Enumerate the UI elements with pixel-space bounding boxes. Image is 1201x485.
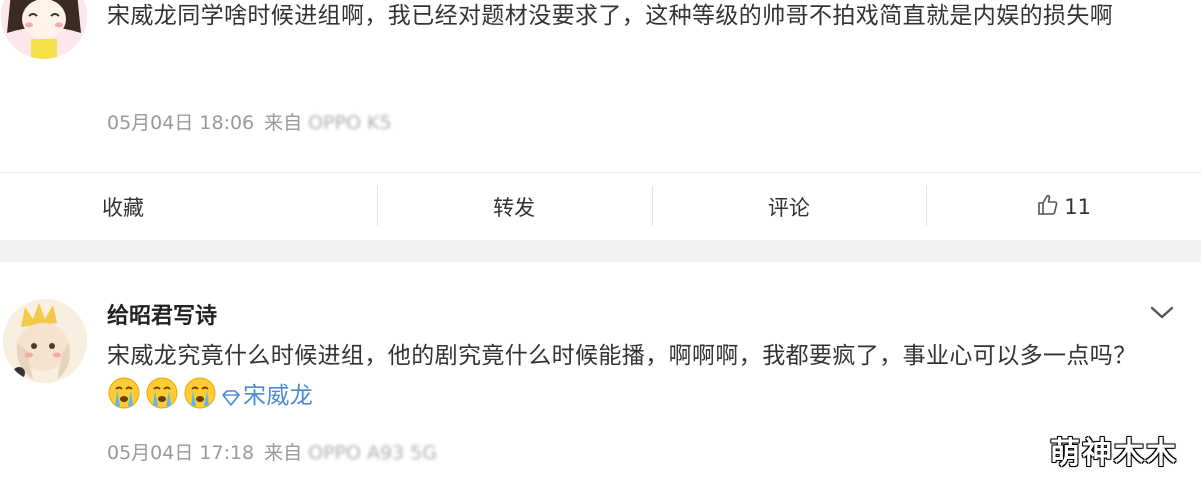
thumbs-up-icon bbox=[1036, 193, 1060, 222]
crying-face-icon bbox=[145, 376, 179, 410]
action-bar: 收藏 转发 评论 11 bbox=[0, 172, 1201, 241]
comment-source-device: OPPO K5 bbox=[308, 112, 392, 134]
comment-button[interactable]: 评论 bbox=[651, 173, 927, 241]
comment-source-label: 来自 bbox=[264, 112, 303, 134]
crying-face-icon bbox=[183, 376, 217, 410]
comment-body: 宋威龙究竟什么时候进组，他的剧究竟什么时候能播，啊啊啊，我都要疯了，事业心可以多… bbox=[107, 343, 1137, 369]
comment-card-1: 宋威龙同学啥时候进组啊，我已经对题材没要求了，这种等级的帅哥不拍戏简直就是内娱的… bbox=[0, 0, 1201, 172]
mention-name: 宋威龙 bbox=[243, 383, 314, 409]
username[interactable]: 给昭君写诗 bbox=[107, 298, 217, 330]
comment-source-device: OPPO A93 5G bbox=[308, 442, 438, 464]
comment-meta: 05月04日 18:06 来自 OPPO K5 bbox=[107, 108, 392, 135]
repost-button[interactable]: 转发 bbox=[376, 173, 652, 241]
chevron-down-icon[interactable] bbox=[1149, 303, 1175, 323]
comment-meta: 05月04日 17:18 来自 OPPO A93 5G bbox=[107, 438, 437, 465]
like-button[interactable]: 11 bbox=[926, 173, 1201, 241]
comment-text: 宋威龙究竟什么时候进组，他的剧究竟什么时候能播，啊啊啊，我都要疯了，事业心可以多… bbox=[107, 336, 1167, 416]
section-divider bbox=[0, 240, 1201, 262]
avatar[interactable] bbox=[1, 0, 87, 59]
watermark: 萌神木木 bbox=[1050, 436, 1178, 471]
mention-link[interactable]: 宋威龙 bbox=[221, 383, 313, 409]
comment-card-2: 给昭君写诗 宋威龙究竟什么时候进组，他的剧究竟什么时候能播，啊啊啊，我都要疯了，… bbox=[0, 262, 1201, 485]
like-count: 11 bbox=[1064, 195, 1091, 219]
crying-face-icon bbox=[107, 376, 141, 410]
comment-source-label: 来自 bbox=[264, 442, 303, 464]
avatar[interactable] bbox=[3, 299, 87, 383]
favorite-button[interactable]: 收藏 bbox=[0, 173, 377, 241]
comment-date: 05月04日 18:06 bbox=[107, 112, 255, 134]
comment-text: 宋威龙同学啥时候进组啊，我已经对题材没要求了，这种等级的帅哥不拍戏简直就是内娱的… bbox=[107, 3, 1114, 29]
comment-date: 05月04日 17:18 bbox=[107, 442, 255, 464]
diamond-icon bbox=[222, 390, 240, 406]
